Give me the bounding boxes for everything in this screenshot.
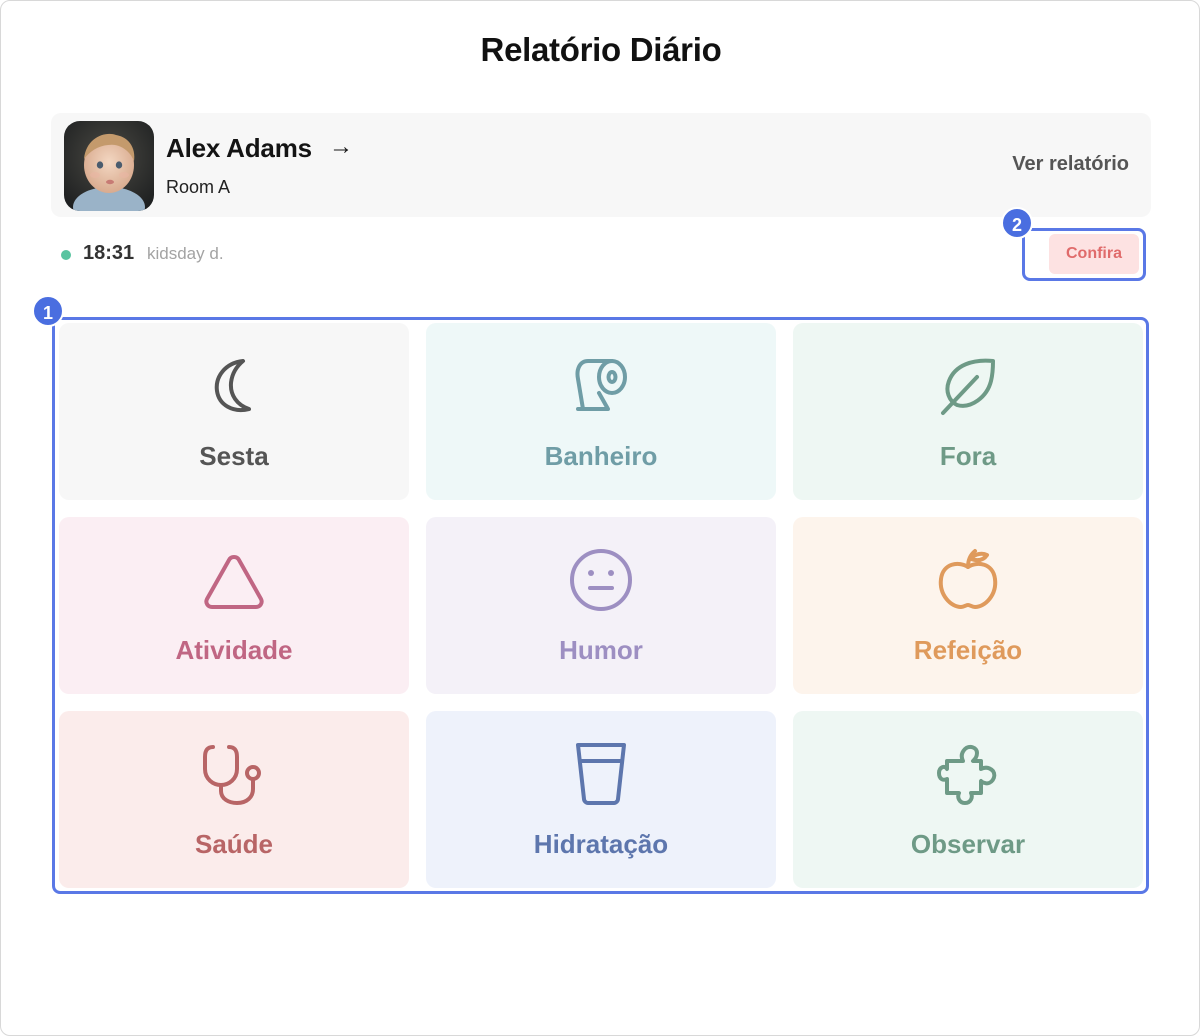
tile-label: Humor [559,635,643,665]
toilet-paper-icon [575,359,627,411]
child-card[interactable]: Alex Adams → Room A Ver relatório [51,113,1151,217]
tile-saude[interactable]: Saúde [59,711,409,888]
tile-fora[interactable]: Fora [793,323,1143,500]
report-window: Relatório Diário Alex Adams → Room A Ver… [0,0,1200,1036]
tile-label: Atividade [175,635,293,665]
tile-label: Banheiro [544,441,658,471]
tile-refeicao[interactable]: Refeição [793,517,1143,694]
view-report-link[interactable]: Ver relatório [1012,153,1129,176]
leaf-icon [941,358,995,415]
tile-label: Fora [939,441,997,471]
tile-sesta[interactable]: Sesta [59,323,409,500]
tile-label: Refeição [913,635,1023,665]
annotation-box-2 [1022,228,1146,281]
child-avatar [64,121,154,211]
apple-icon [938,549,998,609]
child-room: Room A [166,177,231,197]
tile-banheiro[interactable]: Banheiro [426,323,776,500]
tile-hidratacao[interactable]: Hidratação [426,711,776,888]
tile-label: Sesta [199,441,269,471]
status-source: kidsday d. [147,244,224,263]
stethoscope-icon [203,745,261,805]
status-time: 18:31 [83,242,135,264]
puzzle-icon [937,744,997,805]
moon-icon [214,359,251,412]
tile-label: Observar [910,829,1026,859]
status-dot-icon [61,250,71,260]
category-grid: Sesta Banheiro Fora Atividade Humor Refe… [59,323,1143,889]
page-title: Relatório Diário [480,31,722,68]
neutral-face-icon [570,549,632,611]
triangle-icon [204,555,264,609]
glass-icon [576,743,626,805]
tile-atividade[interactable]: Atividade [59,517,409,694]
arrow-right-icon[interactable]: → [329,133,353,161]
tile-label: Hidratação [533,829,669,859]
child-name[interactable]: Alex Adams [166,133,312,164]
tile-humor[interactable]: Humor [426,517,776,694]
annotation-badge-2: 2 [1001,207,1033,239]
tile-label: Saúde [194,829,274,859]
tile-observar[interactable]: Observar [793,711,1143,888]
